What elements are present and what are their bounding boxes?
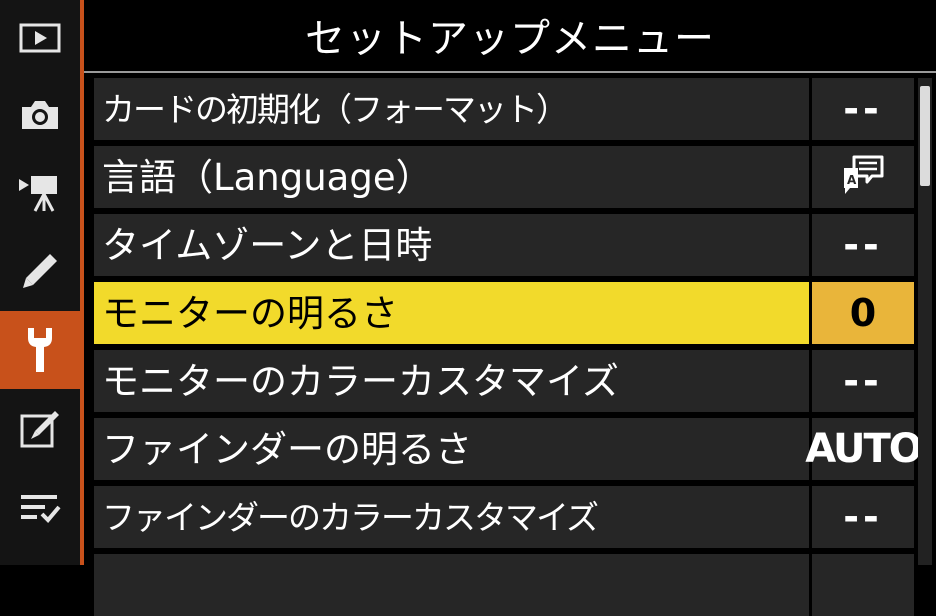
menu-item-viewfinder-brightness[interactable]: ファインダーの明るさ AUTO [94, 418, 923, 480]
menu-item-value: -- [843, 495, 883, 539]
menu-item-label: ファインダーの明るさ [102, 427, 472, 471]
title-divider [84, 71, 936, 73]
tab-my-menu[interactable] [0, 469, 80, 545]
my-menu-icon [18, 490, 62, 524]
menu-item-label: モニターの明るさ [102, 291, 398, 335]
menu-item-label-cell: カードの初期化（フォーマット） [94, 78, 809, 140]
menu-item-value: -- [843, 87, 883, 131]
tab-retouch[interactable] [0, 391, 80, 467]
scrollbar-thumb[interactable] [920, 86, 930, 186]
menu-item-viewfinder-color-balance[interactable]: ファインダーのカラーカスタマイズ -- [94, 486, 914, 548]
menu-item-language[interactable]: 言語（Language） A [94, 146, 914, 208]
menu-item-label-cell: ファインダーのカラーカスタマイズ [94, 486, 809, 548]
tab-custom-settings[interactable] [0, 233, 80, 309]
menu-item-value-cell [812, 554, 914, 616]
retouch-icon [19, 409, 61, 449]
menu-item-value: -- [843, 223, 883, 267]
menu-item-label: ファインダーのカラーカスタマイズ [102, 497, 599, 537]
svg-text:A: A [847, 173, 857, 187]
menu-item-label-cell: 言語（Language） [94, 146, 809, 208]
pencil-icon [20, 251, 60, 291]
menu-item-time-zone-date[interactable]: タイムゾーンと日時 -- [94, 214, 914, 276]
page-title: セットアップメニュー [305, 16, 715, 62]
menu-item-label-cell: タイムゾーンと日時 [94, 214, 809, 276]
menu-scrollbar[interactable] [918, 78, 932, 565]
menu-item-value: -- [843, 359, 883, 403]
tab-photo-shooting[interactable] [0, 77, 80, 153]
menu-item-value-cell: -- [812, 214, 914, 276]
menu-item-label: モニターのカラーカスタマイズ [102, 359, 619, 403]
tab-playback[interactable] [0, 0, 80, 76]
menu-item-value: AUTO [805, 426, 922, 472]
camera-icon [18, 98, 62, 132]
menu-item-format-card[interactable]: カードの初期化（フォーマット） -- [94, 78, 914, 140]
menu-item-label-cell: モニターのカラーカスタマイズ [94, 350, 809, 412]
menu-item-value-cell: 0 [812, 282, 914, 344]
menu-item-label: カードの初期化（フォーマット） [102, 89, 569, 129]
wrench-icon [23, 326, 57, 374]
menu-item-label-cell: モニターの明るさ [94, 282, 809, 344]
menu-item-value-cell: -- [812, 78, 914, 140]
menu-item-value-cell: -- [812, 350, 914, 412]
menu-item-label: 言語（Language） [102, 155, 433, 199]
tab-setup[interactable] [0, 311, 80, 389]
playback-icon [19, 23, 61, 53]
menu-item-value-cell: A [812, 146, 914, 208]
menu-tab-strip [0, 0, 80, 565]
setup-menu-screen: セットアップメニュー カードの初期化（フォーマット） -- 言語（Languag… [0, 0, 936, 616]
menu-item-value: 0 [849, 291, 877, 335]
menu-item-value-cell: -- [812, 486, 914, 548]
menu-item-monitor-brightness[interactable]: モニターの明るさ 0 [94, 282, 914, 344]
tab-movie-shooting[interactable] [0, 155, 80, 231]
menu-item-label-cell: ファインダーの明るさ [94, 418, 809, 480]
menu-item-monitor-color-balance[interactable]: モニターのカラーカスタマイズ -- [94, 350, 914, 412]
setup-menu-list: カードの初期化（フォーマット） -- 言語（Language） A タイムゾーン… [94, 78, 923, 616]
menu-item-label: タイムゾーンと日時 [102, 223, 433, 267]
menu-item-value-cell: AUTO [805, 418, 923, 480]
movie-camera-icon [17, 173, 63, 213]
sidebar-divider [80, 0, 84, 565]
language-icon: A [840, 154, 886, 200]
menu-item-partial [94, 554, 914, 616]
menu-item-label-cell [94, 554, 809, 616]
